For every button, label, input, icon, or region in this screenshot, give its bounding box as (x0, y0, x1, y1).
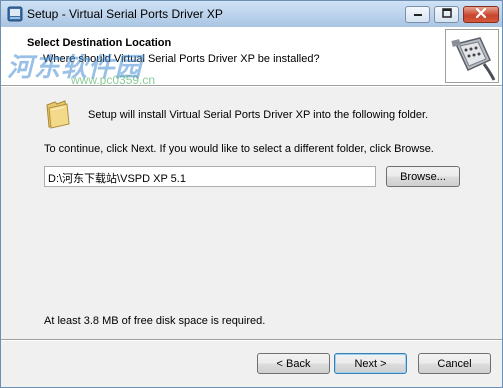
footer-divider (1, 339, 502, 341)
cancel-button[interactable]: Cancel (418, 353, 491, 374)
intro-text: Setup will install Virtual Serial Ports … (88, 109, 429, 121)
serial-connector-icon (445, 29, 499, 83)
wizard-header: Select Destination Location Where should… (1, 27, 502, 87)
instruction-text: To continue, click Next. If you would li… (44, 143, 434, 155)
browse-button[interactable]: Browse... (386, 166, 460, 187)
header-divider (1, 85, 502, 87)
folder-icon (45, 99, 73, 129)
disk-space-note: At least 3.8 MB of free disk space is re… (44, 315, 266, 327)
maximize-icon (441, 8, 452, 21)
close-icon (475, 7, 487, 22)
setup-window: Setup - Virtual Serial Ports Driver XP S… (0, 0, 503, 388)
page-subtitle: Where should Virtual Serial Ports Driver… (43, 53, 320, 65)
next-button[interactable]: Next > (334, 353, 407, 374)
close-button[interactable] (463, 6, 499, 23)
page-title: Select Destination Location (27, 37, 172, 49)
minimize-icon (413, 8, 423, 21)
title-bar[interactable]: Setup - Virtual Serial Ports Driver XP (1, 1, 502, 27)
back-button[interactable]: < Back (257, 353, 330, 374)
setup-app-icon[interactable] (7, 6, 23, 22)
maximize-button[interactable] (434, 6, 459, 23)
window-title: Setup - Virtual Serial Ports Driver XP (27, 7, 223, 21)
minimize-button[interactable] (405, 6, 430, 23)
destination-path-input[interactable]: D:\河东下载站\VSPD XP 5.1 (44, 166, 376, 187)
